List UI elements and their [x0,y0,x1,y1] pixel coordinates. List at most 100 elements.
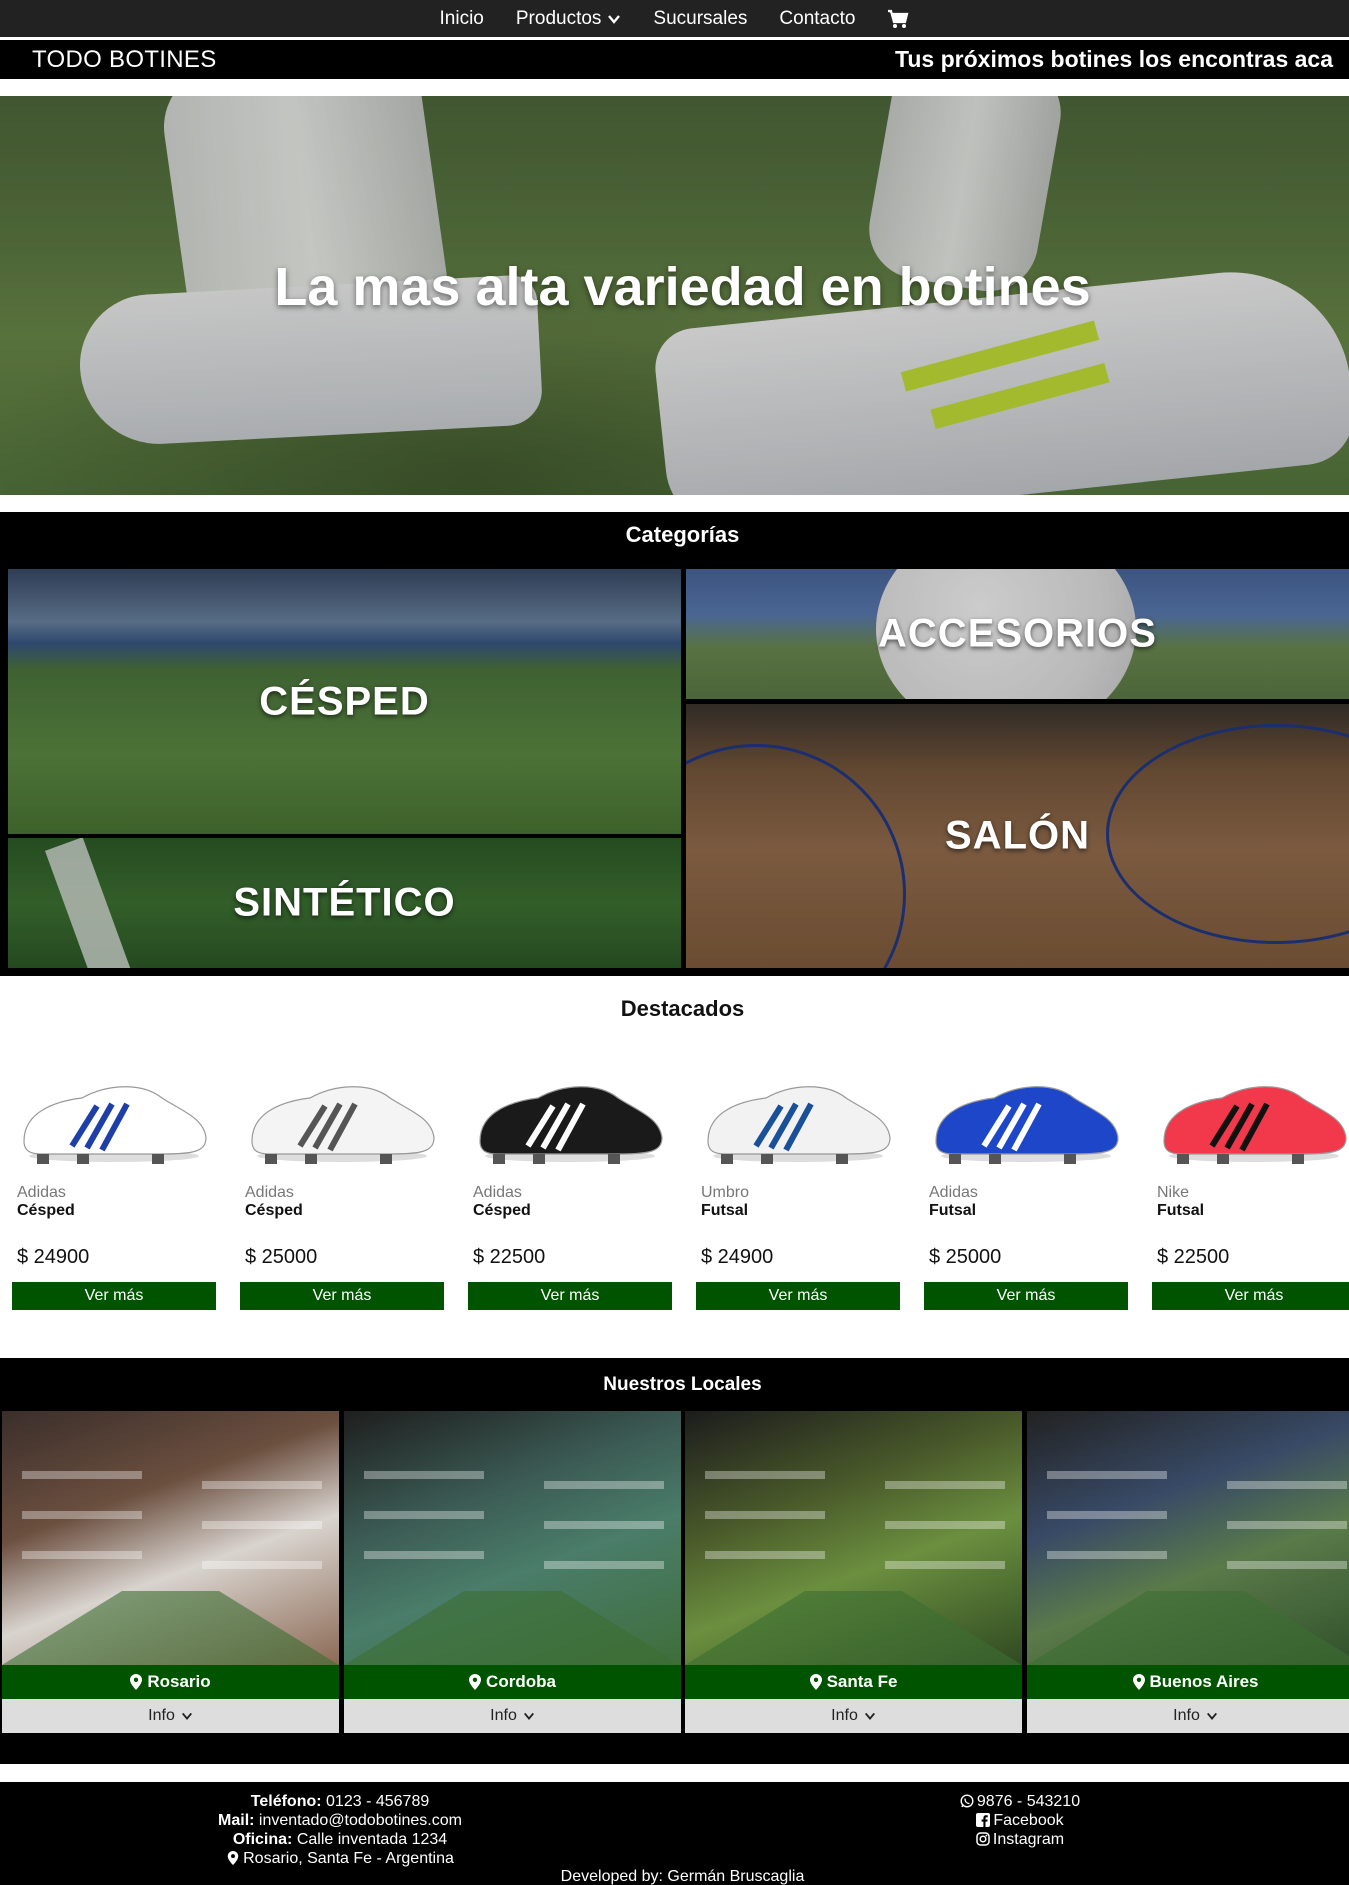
product-brand: Adidas [17,1184,66,1201]
store-shelves [344,1471,681,1665]
cart-button[interactable] [871,9,925,29]
product-price: $ 24900 [701,1246,774,1268]
store-name-bar: Cordoba [344,1665,681,1699]
footer-facebook[interactable]: Facebook [840,1811,1200,1830]
store-photo [685,1411,1022,1665]
store-name-bar: Rosario [2,1665,339,1699]
footer-city: Rosario, Santa Fe - Argentina [120,1849,560,1868]
ver-mas-button[interactable]: Ver más [696,1282,900,1310]
hero-banner: La mas alta variedad en botines [0,96,1349,495]
store-photo [1027,1411,1349,1665]
map-pin-icon [1132,1674,1145,1690]
instagram-link: Instagram [992,1831,1065,1848]
site-tagline: Tus próximos botines los encontras aca [895,46,1333,72]
map-pin-icon [809,1674,822,1690]
store-shelves [685,1471,1022,1665]
category-tile-sintetico[interactable]: SINTÉTICO [8,838,681,968]
ver-mas-button[interactable]: Ver más [240,1282,444,1310]
footer-instagram[interactable]: Instagram [840,1830,1200,1849]
stud [989,1154,1001,1164]
office-label: Oficina: [232,1831,293,1848]
store-name: Cordoba [486,1672,556,1691]
store-card: Cordoba Info [344,1411,681,1733]
store-info-label: Info [490,1707,517,1724]
category-label: SALÓN [945,813,1090,858]
store-info-toggle[interactable]: Info [2,1699,339,1733]
instagram-icon [976,1832,990,1846]
featured-title: Destacados [620,996,745,1021]
stud [37,1154,49,1164]
product-brand: Adidas [473,1184,522,1201]
stud [1292,1154,1304,1164]
product-card: Adidas Futsal $ 25000 Ver más [924,1046,1128,1310]
store-shelves [1027,1471,1349,1665]
store-card: Buenos Aires Info [1027,1411,1349,1733]
footer-social: 9876 - 543210 Facebook Instagram [840,1792,1200,1849]
category-tile-accesorios[interactable]: ACCESORIOS [686,569,1349,699]
store-info-toggle[interactable]: Info [685,1699,1022,1733]
map-pin-icon [227,1851,239,1865]
product-category: Césped [245,1202,303,1219]
store-name-bar: Santa Fe [685,1665,1022,1699]
stores-section: Nuestros Locales Rosario Info Cordoba Info S… [0,1358,1349,1764]
product-image[interactable] [12,1056,216,1176]
ver-mas-button[interactable]: Ver más [924,1282,1128,1310]
product-image[interactable] [468,1056,672,1176]
product-image[interactable] [924,1056,1128,1176]
map-pin-icon [469,1674,482,1690]
stud [265,1154,277,1164]
footer-mail: Mail: inventado@todobotines.com [120,1811,560,1830]
footer-phone: Teléfono: 0123 - 456789 [120,1792,560,1811]
nav-inicio-label: Inicio [439,7,484,29]
category-label: ACCESORIOS [878,611,1157,656]
nav-sucursales[interactable]: Sucursales [637,8,763,30]
store-shelves [2,1471,339,1665]
product-category: Futsal [701,1202,749,1219]
product-image[interactable] [240,1056,444,1176]
hero-headline: La mas alta variedad en botines [274,257,1091,317]
facebook-icon [976,1813,991,1827]
store-info-toggle[interactable]: Info [344,1699,681,1733]
category-label: SINTÉTICO [233,880,456,925]
store-info-label: Info [1173,1707,1200,1724]
nav-sucursales-label: Sucursales [653,7,748,29]
ver-mas-button[interactable]: Ver más [1152,1282,1349,1310]
nav-productos[interactable]: Productos [500,8,638,30]
stud [949,1154,961,1164]
stud [1217,1154,1229,1164]
store-name-bar: Buenos Aires [1027,1665,1349,1699]
store-name: Santa Fe [826,1672,898,1691]
store-info-toggle[interactable]: Info [1027,1699,1349,1733]
categories-title: Categorías [625,522,740,547]
store-info-label: Info [148,1707,175,1724]
nav-inicio[interactable]: Inicio [424,8,500,30]
footer-whatsapp[interactable]: 9876 - 543210 [840,1792,1200,1811]
category-tile-salon[interactable]: SALÓN [686,704,1349,968]
stud [380,1154,392,1164]
product-brand: Umbro [701,1184,750,1201]
stud [836,1154,848,1164]
product-price: $ 25000 [929,1246,1002,1268]
stores-title: Nuestros Locales [603,1374,762,1395]
ver-mas-button[interactable]: Ver más [468,1282,672,1310]
nav-contacto[interactable]: Contacto [763,8,871,30]
mail-value[interactable]: inventado@todobotines.com [259,1812,462,1829]
product-brand: Adidas [245,1184,294,1201]
store-card: Rosario Info [2,1411,339,1733]
store-info-label: Info [831,1707,858,1724]
ver-mas-button[interactable]: Ver más [12,1282,216,1310]
stud [1064,1154,1076,1164]
nav-contacto-label: Contacto [779,7,856,29]
product-card: Umbro Futsal $ 24900 Ver más [696,1046,900,1310]
site-logo-text[interactable]: TODO BOTINES [32,46,217,74]
stud [77,1154,89,1164]
product-image[interactable] [696,1056,900,1176]
store-photo [2,1411,339,1665]
footer: Teléfono: 0123 - 456789 Mail: inventado@… [0,1782,1349,1885]
category-tile-cesped[interactable]: CÉSPED [8,569,681,834]
product-category: Césped [473,1202,531,1219]
store-name: Buenos Aires [1149,1672,1259,1691]
stud [305,1154,317,1164]
product-price: $ 22500 [1157,1246,1230,1268]
product-image[interactable] [1152,1056,1349,1176]
